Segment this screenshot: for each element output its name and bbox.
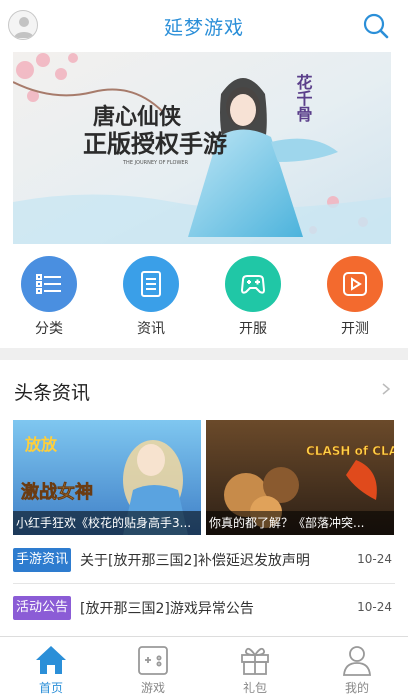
card-caption: 小红手狂欢《校花的贴身高手3...: [13, 511, 201, 535]
chevron-right-icon: [382, 383, 390, 395]
list-item[interactable]: 活动公告 [放开那三国2]游戏异常公告 10-24: [0, 588, 408, 628]
news-title: 关于[放开那三国2]补偿延迟发放声明: [80, 553, 310, 569]
news-date: 10-24: [357, 552, 392, 566]
headline-news-header[interactable]: 头条资讯: [0, 364, 408, 414]
nav-item-category[interactable]: 分类: [9, 256, 89, 338]
banner-logo: 花千骨: [294, 73, 313, 123]
news-card[interactable]: CLASH of CLANS 你真的都了解？《部落冲突...: [206, 420, 394, 535]
card-caption: 你真的都了解？《部落冲突...: [206, 511, 394, 535]
tab-profile[interactable]: 我的: [306, 637, 408, 700]
list-icon: [21, 256, 77, 312]
list-item[interactable]: 手游资讯 关于[放开那三国2]补偿延迟发放声明 10-24: [0, 540, 408, 580]
nav-item-test-open[interactable]: 开测: [315, 256, 395, 338]
tab-gifts[interactable]: 礼包: [204, 637, 306, 700]
nav-label: 开服: [239, 321, 267, 337]
banner-calligraphy-line2: 正版授权手游: [83, 129, 227, 158]
search-icon[interactable]: [362, 12, 390, 40]
bottom-tab-bar: 首页 游戏 礼包 我的: [0, 636, 408, 700]
promo-banner[interactable]: 唐心仙侠 正版授权手游 THE JOURNEY OF FLOWER 花千骨: [13, 52, 391, 244]
app-header: 延梦游戏: [0, 0, 408, 52]
svg-text:放放: 放放: [24, 435, 58, 454]
banner-calligraphy-line1: 唐心仙侠: [93, 104, 182, 130]
card-art-text: CLASH of CLANS: [306, 444, 394, 458]
tab-label: 我的: [344, 681, 369, 695]
home-icon: [36, 646, 66, 674]
category-nav: 分类 资讯 开服 开测: [0, 248, 408, 344]
news-tag: 活动公告: [13, 596, 72, 620]
news-date: 10-24: [357, 600, 392, 614]
tab-games[interactable]: 游戏: [102, 637, 204, 700]
section-divider: [0, 348, 408, 360]
tab-label: 游戏: [140, 681, 165, 695]
game-controller-icon: [138, 646, 168, 675]
document-icon: [123, 256, 179, 312]
card-art-text: 激战女神: [21, 481, 93, 503]
tab-label: 礼包: [242, 681, 267, 695]
app-title: 延梦游戏: [163, 17, 244, 39]
row-divider: [13, 583, 395, 584]
tab-home[interactable]: 首页: [0, 637, 102, 700]
news-card[interactable]: 放放 激战女神 小红手狂欢《校花的贴身高手3...: [13, 420, 201, 535]
nav-item-server-open[interactable]: 开服: [213, 256, 293, 338]
nav-label: 分类: [35, 321, 63, 337]
section-title: 头条资讯: [14, 382, 91, 404]
gift-icon: [241, 647, 269, 675]
banner-subtitle: THE JOURNEY OF FLOWER: [122, 160, 189, 166]
play-icon: [327, 256, 383, 312]
nav-label: 资讯: [137, 321, 165, 337]
news-tag: 手游资讯: [13, 548, 72, 572]
profile-icon: [343, 646, 371, 676]
tab-label: 首页: [38, 681, 63, 695]
news-title: [放开那三国2]游戏异常公告: [80, 601, 254, 617]
nav-item-news[interactable]: 资讯: [111, 256, 191, 338]
gamepad-icon: [225, 256, 281, 312]
nav-label: 开测: [341, 321, 369, 337]
